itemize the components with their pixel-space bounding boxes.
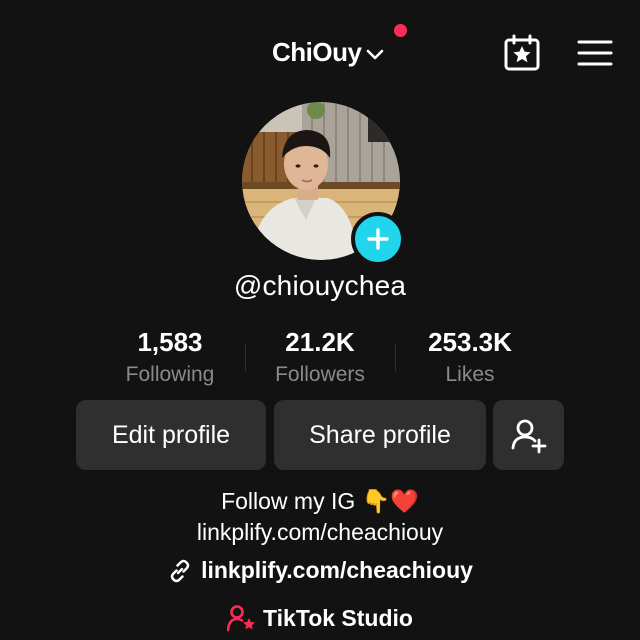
heart-emoji: ❤️	[390, 488, 419, 514]
pointing-down-emoji: 👇	[361, 488, 391, 514]
profile-link-text: linkplify.com/cheachiouy	[201, 557, 473, 583]
stat-value: 1,583	[137, 327, 203, 357]
stat-following[interactable]: 1,583 Following	[90, 326, 250, 390]
stat-value: 253.3K	[428, 327, 512, 357]
calendar-star-icon[interactable]	[502, 34, 542, 72]
bio-text: Follow my IG	[221, 488, 356, 514]
stat-likes[interactable]: 253.3K Likes	[390, 326, 550, 390]
share-profile-button[interactable]: Share profile	[274, 400, 486, 470]
stat-value: 21.2K	[285, 327, 355, 357]
bio-line-1: Follow my IG 👇❤️	[0, 488, 640, 515]
profile-stats: 1,583 Following 21.2K Followers 253.3K L…	[90, 326, 550, 392]
stat-followers[interactable]: 21.2K Followers	[240, 326, 400, 390]
top-bar: ChiOuy	[0, 0, 640, 104]
add-friend-icon	[511, 419, 546, 454]
creator-star-icon	[227, 605, 256, 632]
account-switcher[interactable]: ChiOuy	[272, 34, 385, 70]
add-friend-button[interactable]	[493, 400, 564, 470]
hamburger-menu-icon[interactable]	[576, 38, 614, 68]
stat-label: Likes	[445, 363, 495, 386]
link-icon	[170, 559, 190, 582]
plus-icon	[367, 228, 389, 250]
profile-link[interactable]: linkplify.com/cheachiouy	[0, 557, 640, 584]
stat-label: Following	[125, 363, 215, 386]
stat-label: Followers	[275, 363, 365, 386]
edit-profile-button[interactable]: Edit profile	[76, 400, 266, 470]
tiktok-studio-label: TikTok Studio	[263, 604, 413, 631]
chevron-down-icon	[367, 49, 384, 60]
notification-dot	[394, 24, 407, 37]
username: @chiouychea	[233, 270, 407, 301]
add-avatar-button[interactable]	[351, 212, 405, 266]
tiktok-studio-link[interactable]: TikTok Studio	[0, 604, 640, 632]
bio-line-2: linkplify.com/cheachiouy	[196, 519, 444, 545]
account-name: ChiOuy	[272, 36, 362, 67]
